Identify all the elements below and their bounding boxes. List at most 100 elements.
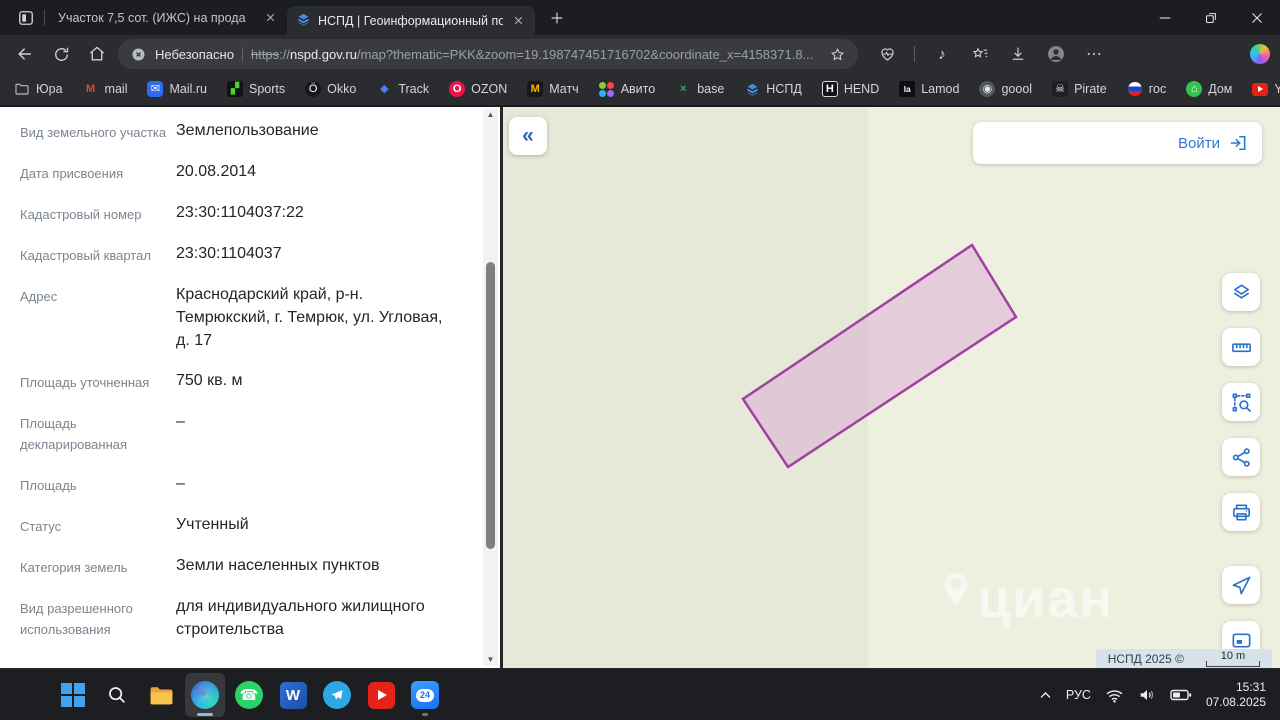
- taskbar-app-start[interactable]: [53, 673, 93, 717]
- bookmark-label: Track: [398, 82, 429, 96]
- taskbar-app-search[interactable]: [97, 673, 137, 717]
- map-canvas[interactable]: циан « Войти НСПД 2025 © 10 m: [503, 107, 1280, 668]
- taskbar-app-edge[interactable]: [185, 673, 225, 717]
- panel-row-label: Адрес: [20, 283, 176, 352]
- taskbar-clock[interactable]: 15:31 07.08.2025: [1206, 680, 1266, 710]
- bookmark-item-okko[interactable]: ÖOkko: [305, 81, 356, 97]
- close-button[interactable]: [1234, 0, 1280, 35]
- parcel-polygon[interactable]: [743, 245, 1016, 467]
- bookmark-item-you[interactable]: You: [1252, 81, 1280, 97]
- scrollbar-thumb[interactable]: [486, 262, 495, 549]
- bookmark-label: НСПД: [766, 82, 802, 96]
- new-tab-button[interactable]: [543, 4, 571, 32]
- map-tool-area-search[interactable]: [1222, 383, 1260, 421]
- bookmark-item-nspd[interactable]: НСПД: [744, 81, 802, 97]
- map-tool-ruler[interactable]: [1222, 328, 1260, 366]
- bookmark-item-dom[interactable]: ⌂Дом: [1186, 81, 1232, 97]
- panel-row: Вид земельного участкаЗемлепользование: [20, 119, 456, 143]
- taskbar-app-whatsapp[interactable]: ☎: [229, 673, 269, 717]
- bookmark-item-match[interactable]: MМатч: [527, 81, 578, 97]
- wifi-icon[interactable]: [1105, 687, 1124, 703]
- more-icon[interactable]: [1083, 43, 1105, 65]
- bookmark-item-track[interactable]: ◆Track: [376, 81, 429, 97]
- map-tool-print[interactable]: [1222, 493, 1260, 531]
- bookmark-item-goool[interactable]: ◉goool: [979, 81, 1032, 97]
- bookmark-item-hend[interactable]: HHEND: [822, 81, 879, 97]
- panel-row-label: Площадь уточненная: [20, 369, 176, 393]
- youtube-icon: [368, 682, 395, 709]
- bookmark-icon-mailru: ✉: [147, 81, 163, 97]
- address-bar[interactable]: Небезопасно https://nspd.gov.ru/map?them…: [118, 39, 858, 69]
- bookmark-item-base[interactable]: ×base: [675, 81, 724, 97]
- taskbar-app-mail24[interactable]: 24: [405, 673, 445, 717]
- tab-actions-button[interactable]: [12, 5, 40, 31]
- restore-button[interactable]: [1188, 0, 1234, 35]
- cian-watermark-text: циан: [977, 572, 1114, 626]
- collections-icon[interactable]: [969, 43, 991, 65]
- panel-row: Площадь декларированная–: [20, 410, 456, 455]
- tab-close-icon[interactable]: [510, 13, 526, 29]
- panel-row-value: 23:30:1104037:22: [176, 201, 456, 225]
- window-controls: [1142, 0, 1280, 35]
- panel-row-label: Площадь: [20, 472, 176, 496]
- tab-title: НСПД | Геоинформационный по: [318, 14, 503, 28]
- bookmark-item-ozon[interactable]: OOZON: [449, 81, 507, 97]
- favorite-star-button[interactable]: [829, 46, 846, 63]
- map-tool-locate[interactable]: [1222, 566, 1260, 604]
- cian-watermark: циан: [943, 572, 1114, 626]
- restore-icon: [1202, 9, 1220, 27]
- note-extension-icon[interactable]: ♪: [931, 43, 953, 65]
- url-text: https://nspd.gov.ru/map?thematic=PKK&zoo…: [251, 47, 813, 62]
- profile-icon[interactable]: [1045, 43, 1067, 65]
- content-area: Вид земельного участкаЗемлепользованиеДа…: [0, 105, 1280, 668]
- tab-strip: Участок 7,5 сот. (ИЖС) на прода НСПД | Ге…: [49, 0, 535, 35]
- taskbar-app-word[interactable]: W: [273, 673, 313, 717]
- tray-expand-button[interactable]: [1039, 690, 1052, 700]
- scroll-down-icon[interactable]: ▼: [487, 654, 495, 666]
- bookmark-item-pirate[interactable]: ☠Pirate: [1052, 81, 1107, 97]
- download-icon[interactable]: [1007, 43, 1029, 65]
- panel-scrollbar[interactable]: ▲ ▼: [483, 109, 498, 666]
- panel-row-value: 23:30:1104037: [176, 242, 456, 266]
- login-bar[interactable]: Войти: [973, 122, 1262, 164]
- taskbar-app-youtube[interactable]: [361, 673, 401, 717]
- active-app-indicator: [197, 713, 213, 716]
- taskbar-app-explorer[interactable]: [141, 673, 181, 717]
- minimize-button[interactable]: [1142, 0, 1188, 35]
- collapse-panel-button[interactable]: «: [509, 117, 547, 155]
- battery-icon[interactable]: [1170, 688, 1192, 702]
- essentials-icon[interactable]: [876, 43, 898, 65]
- language-indicator[interactable]: РУС: [1066, 688, 1091, 702]
- bookmark-item-lamod[interactable]: laLamod: [899, 81, 959, 97]
- home-button[interactable]: [82, 39, 112, 69]
- scroll-up-icon[interactable]: ▲: [487, 109, 495, 121]
- bookmark-item-avito[interactable]: Авито: [599, 81, 656, 97]
- bookmark-icon-pirate: ☠: [1052, 81, 1068, 97]
- bookmark-item-yura[interactable]: Юра: [14, 81, 63, 97]
- map-tool-layers[interactable]: [1222, 273, 1260, 311]
- tab-nspd[interactable]: НСПД | Геоинформационный по: [287, 6, 535, 35]
- back-button[interactable]: [10, 39, 40, 69]
- panel-row-label: Вид земельного участка: [20, 119, 176, 143]
- url-separator: ://: [279, 47, 290, 62]
- bookmark-item-sports[interactable]: ▞Sports: [227, 81, 285, 97]
- login-label: Войти: [1178, 135, 1220, 152]
- bookmark-item-gmail[interactable]: Mmail: [83, 81, 128, 97]
- tab-close-icon[interactable]: [262, 10, 278, 26]
- copilot-icon[interactable]: [1250, 44, 1270, 64]
- chevrons-left-icon: «: [522, 124, 534, 147]
- bookmark-label: mail: [105, 82, 128, 96]
- volume-icon[interactable]: [1138, 687, 1156, 703]
- tab-cian[interactable]: Участок 7,5 сот. (ИЖС) на прода: [49, 0, 287, 35]
- map-tool-share[interactable]: [1222, 438, 1260, 476]
- bookmark-item-gos[interactable]: гос: [1127, 81, 1167, 97]
- open-app-indicator: [422, 713, 428, 716]
- taskbar-app-telegram[interactable]: [317, 673, 357, 717]
- bookmark-item-mailru[interactable]: ✉Mail.ru: [147, 81, 207, 97]
- panel-row-value: 20.08.2014: [176, 160, 456, 184]
- bookmark-label: Okko: [327, 82, 356, 96]
- locate-icon: [1230, 574, 1253, 597]
- minimize-icon: [1156, 9, 1174, 27]
- favorite-star-icon: [829, 46, 846, 63]
- reload-button[interactable]: [46, 39, 76, 69]
